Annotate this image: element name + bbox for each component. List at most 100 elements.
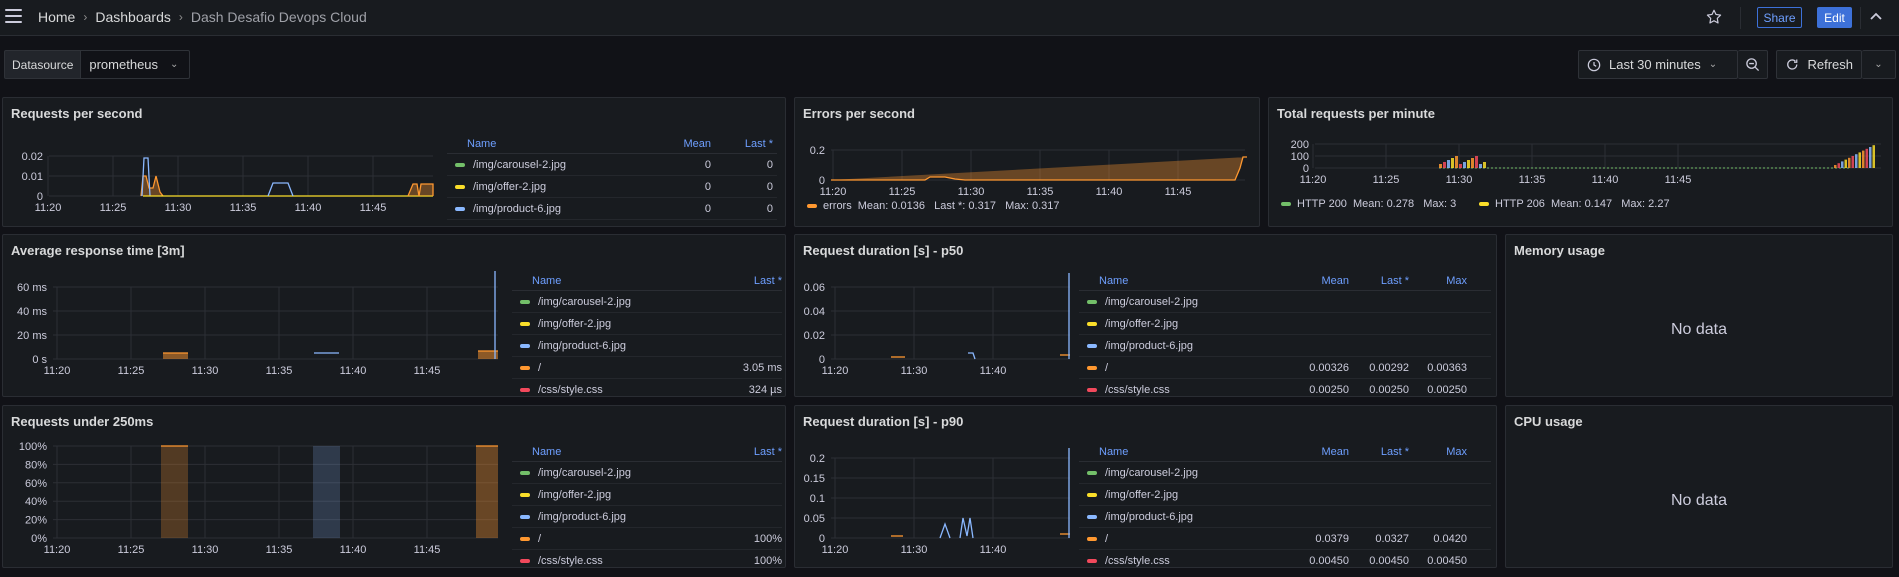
legend-stats: Mean: 0.0136 Last *: 0.317 Max: 0.317: [857, 200, 1060, 212]
share-button[interactable]: Share: [1757, 7, 1802, 28]
legend-swatch: [520, 470, 530, 475]
legend-column-header[interactable]: Last *: [702, 275, 782, 287]
legend-column-header[interactable]: Max: [1409, 275, 1467, 287]
legend-column-header[interactable]: Max: [1409, 446, 1467, 458]
legend-swatch: [1087, 558, 1097, 563]
refresh-button[interactable]: Refresh: [1776, 50, 1862, 79]
legend-row[interactable]: /img/carousel-2.jpg: [512, 462, 782, 484]
legend-stats: Mean: 0.278 Max: 3: [1352, 198, 1457, 210]
legend-column-header[interactable]: Name: [512, 446, 702, 458]
legend-row[interactable]: /css/style.css 100%: [512, 550, 782, 567]
legend-row[interactable]: /img/offer-2.jpg: [512, 313, 782, 335]
y-tick-label: 20%: [25, 515, 47, 527]
breadcrumb-dashboards[interactable]: Dashboards: [95, 9, 171, 25]
legend-name: /img/carousel-2.jpg: [473, 158, 566, 171]
bar: [1467, 160, 1470, 168]
legend-row[interactable]: / 0.0379 0.0327 0.0420: [1079, 528, 1491, 550]
legend-name: /img/offer-2.jpg: [1105, 317, 1179, 330]
legend-column-header[interactable]: Name: [447, 138, 617, 150]
legend-column-header[interactable]: Mean: [1289, 446, 1349, 458]
legend-row[interactable]: /img/carousel-2.jpg: [1079, 291, 1491, 313]
time-range-picker[interactable]: Last 30 minutes ⌄: [1578, 50, 1738, 79]
x-tick-label: 11:35: [266, 544, 293, 556]
legend-name: /img/carousel-2.jpg: [1105, 466, 1198, 479]
legend-row[interactable]: /img/offer-2.jpg: [1079, 484, 1491, 506]
y-tick-label: 0.06: [804, 282, 825, 294]
legend-swatch: [455, 206, 465, 211]
x-tick-label: 11:25: [118, 544, 145, 556]
legend-row[interactable]: /img/offer-2.jpg 0 0: [447, 176, 777, 198]
chevron-up-icon[interactable]: [1867, 9, 1885, 25]
legend-row[interactable]: /img/product-6.jpg: [1079, 506, 1491, 528]
legend-row[interactable]: /img/product-6.jpg: [512, 506, 782, 528]
legend-swatch: [1087, 365, 1097, 370]
legend-column-header[interactable]: Name: [512, 275, 702, 287]
legend-last: 0: [766, 158, 773, 171]
bar: [1865, 148, 1868, 168]
legend-row[interactable]: /img/carousel-2.jpg: [512, 291, 782, 313]
legend-name: /img/product-6.jpg: [538, 339, 627, 352]
x-tick-label: 11:40: [295, 202, 322, 214]
legend-column-header[interactable]: Last *: [1349, 446, 1409, 458]
legend-column-header[interactable]: Last *: [1349, 275, 1409, 287]
panel-requests-per-second: Requests per second 0.02 0.01 0 11:20 11:25 1…: [2, 97, 786, 227]
legend-http-206[interactable]: HTTP 206 Mean: 0.147 Max: 2.27: [1479, 198, 1670, 210]
series-root: [476, 446, 498, 538]
legend-row[interactable]: / 100%: [512, 528, 782, 550]
bar: [1463, 162, 1466, 168]
legend-swatch: [520, 558, 530, 563]
x-tick-label: 11:40: [1096, 186, 1123, 198]
legend-http-200[interactable]: HTTP 200 Mean: 0.278 Max: 3: [1281, 198, 1456, 210]
legend-header: Name Mean Last *: [447, 134, 777, 154]
legend-row[interactable]: / 0.00326 0.00292 0.00363: [1079, 357, 1491, 379]
legend-row[interactable]: /img/offer-2.jpg: [1079, 313, 1491, 335]
legend-name: /css/style.css: [538, 383, 603, 396]
legend-column-header[interactable]: Name: [1079, 446, 1289, 458]
x-tick-label: 11:20: [822, 544, 849, 556]
legend-row[interactable]: /css/style.css 0.00450 0.00450 0.00450: [1079, 550, 1491, 567]
legend-column-header[interactable]: Name: [1079, 275, 1289, 287]
legend-column-header[interactable]: Last *: [711, 138, 773, 150]
legend-row[interactable]: /img/carousel-2.jpg 0 0: [447, 154, 777, 176]
legend-row[interactable]: /css/style.css 324 µs: [512, 379, 782, 396]
request-duration-p90-chart: 0.20.150.10.05011:20 11:30 11:40: [804, 448, 1070, 556]
legend-item-errors[interactable]: errors Mean: 0.0136 Last *: 0.317 Max: 0…: [807, 200, 1060, 212]
x-tick-label: 11:45: [1665, 174, 1692, 186]
legend-name: /css/style.css: [1105, 554, 1170, 567]
legend-row[interactable]: /css/style.css 0.00250 0.00250 0.00250: [1079, 379, 1491, 396]
x-tick-label: 11:30: [958, 186, 985, 198]
legend-row[interactable]: /img/product-6.jpg: [1079, 335, 1491, 357]
legend-column-header[interactable]: Mean: [617, 138, 711, 150]
legend-row[interactable]: /img/offer-2.jpg: [512, 484, 782, 506]
legend-name: /img/carousel-2.jpg: [538, 466, 631, 479]
zoom-out-icon: [1746, 58, 1760, 72]
refresh-interval-dropdown[interactable]: ⌄: [1862, 50, 1896, 79]
requests-per-second-chart: 0.020.01011:20 11:25 11:30 11:35 11:40 11:45: [22, 151, 434, 214]
legend-last: 0.00250: [1369, 383, 1409, 396]
legend-row[interactable]: /img/carousel-2.jpg: [1079, 462, 1491, 484]
x-tick-label: 11:40: [980, 544, 1007, 556]
x-tick-label: 11:30: [192, 544, 219, 556]
star-icon[interactable]: [1705, 8, 1723, 26]
breadcrumb-home[interactable]: Home: [38, 9, 75, 25]
legend-row[interactable]: /img/product-6.jpg: [512, 335, 782, 357]
x-tick-label: 11:30: [165, 202, 192, 214]
legend-row[interactable]: /img/product-6.jpg 0 0: [447, 198, 777, 220]
legend-name: /img/product-6.jpg: [538, 510, 627, 523]
chevron-right-icon: ›: [178, 10, 183, 24]
bar: [1837, 163, 1840, 168]
menu-icon[interactable]: [5, 9, 22, 23]
series-product-6: [968, 352, 976, 360]
legend-row[interactable]: / 3.05 ms: [512, 357, 782, 379]
clock-icon: [1587, 58, 1601, 71]
legend-column-header[interactable]: Last *: [702, 446, 782, 458]
x-tick-label: 11:20: [822, 365, 849, 377]
datasource-select[interactable]: prometheus ⌄: [80, 50, 191, 79]
edit-button[interactable]: Edit: [1817, 7, 1852, 28]
legend-header: Name Last *: [512, 271, 782, 291]
legend-column-header[interactable]: Mean: [1289, 275, 1349, 287]
zoom-out-button[interactable]: [1738, 50, 1768, 79]
top-navbar: Home › Dashboards › Dash Desafio Devops …: [0, 0, 1899, 36]
legend-name: /: [1105, 532, 1109, 545]
y-tick-label: 0.2: [810, 453, 825, 465]
